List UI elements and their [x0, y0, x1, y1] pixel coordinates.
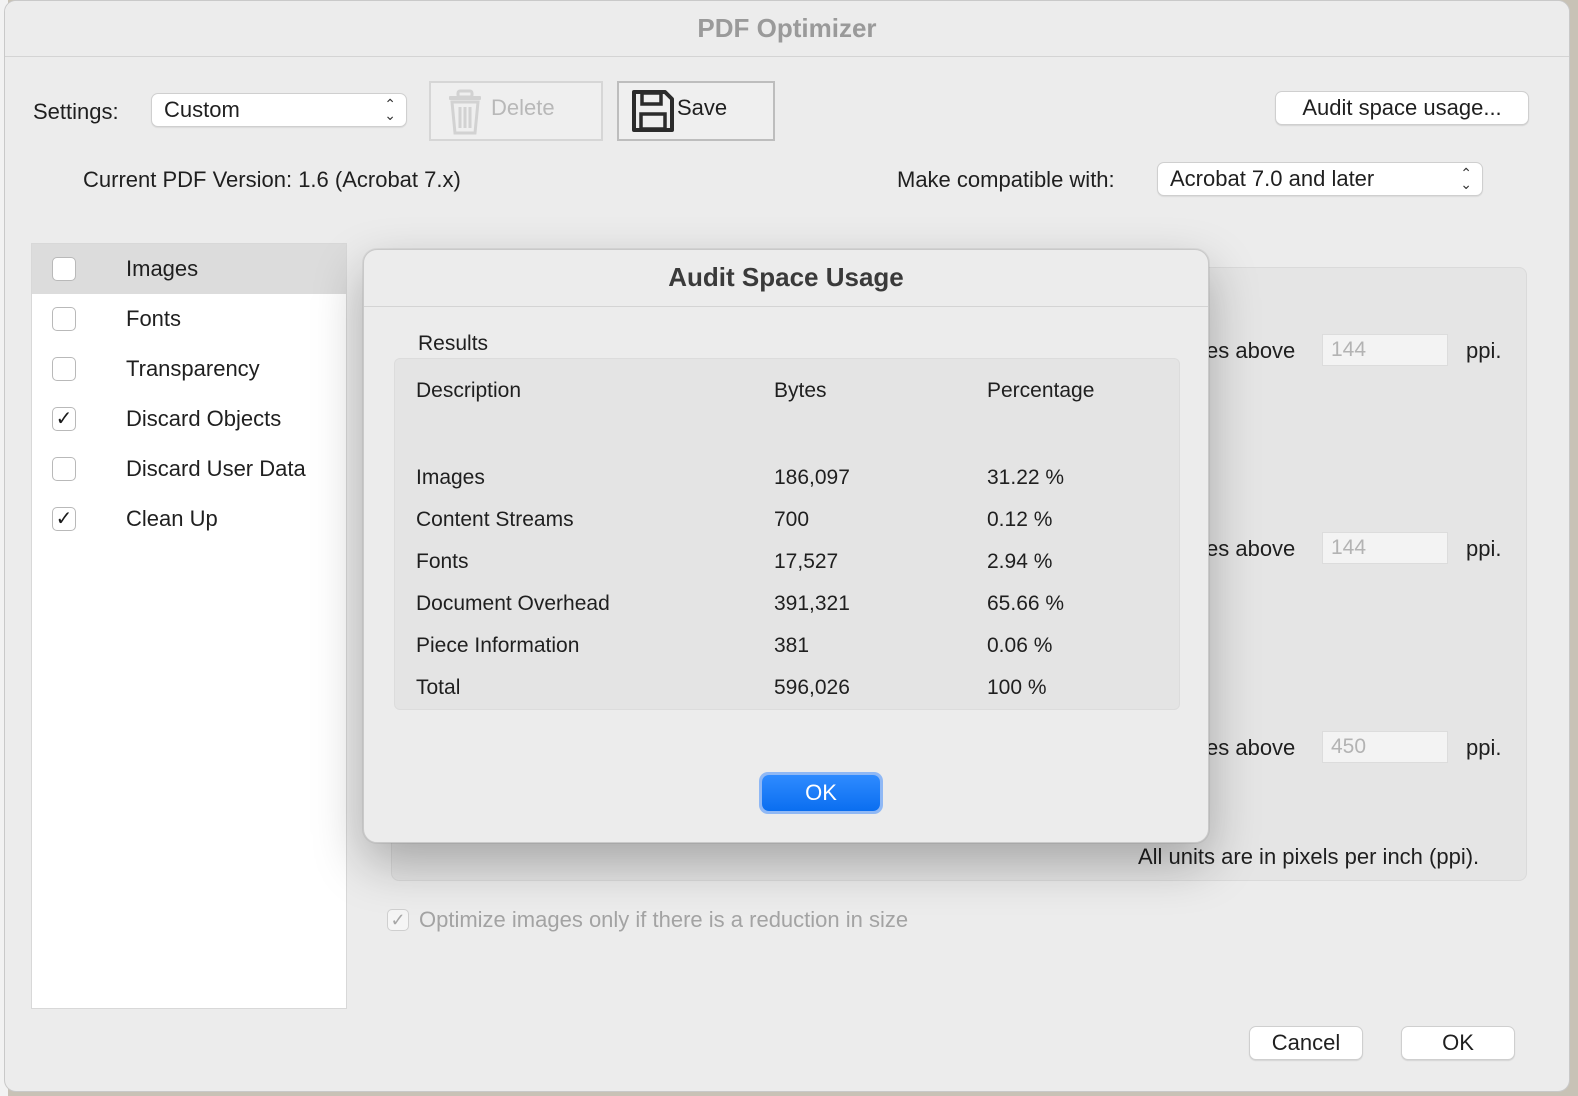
row-percentage: 31.22 %: [987, 466, 1065, 489]
column-header: Bytes: [774, 379, 827, 402]
column-header: Percentage: [987, 379, 1095, 402]
row-bytes: 17,527: [774, 550, 839, 573]
sidebar-checkbox[interactable]: ✓: [52, 507, 76, 531]
delete-button[interactable]: Delete: [429, 81, 603, 141]
ppi-unit-1: ppi.: [1466, 338, 1502, 363]
row-bytes: 391,321: [774, 592, 850, 615]
updown-chevron-icon: ⌃ ⌄: [384, 96, 396, 123]
units-note: All units are in pixels per inch (ppi).: [1138, 844, 1480, 869]
title-bar: PDF Optimizer: [5, 1, 1569, 57]
row-description: Piece Information: [416, 634, 580, 657]
ppi-field-2[interactable]: 144: [1322, 532, 1448, 564]
dialog-divider: [364, 306, 1208, 307]
audit-space-usage-dialog: Audit Space Usage Results Description By…: [363, 249, 1209, 843]
sidebar-checkbox[interactable]: [52, 257, 76, 281]
sidebar-item-label: Discard User Data: [126, 456, 306, 481]
results-table: Description Bytes Percentage Images 186,…: [394, 358, 1180, 710]
delete-button-label: Delete: [491, 95, 555, 120]
compatibility-select[interactable]: Acrobat 7.0 and later ⌃ ⌄: [1157, 162, 1483, 196]
ok-button[interactable]: OK: [1401, 1026, 1515, 1060]
row-bytes: 186,097: [774, 466, 850, 489]
row-description: Fonts: [416, 550, 469, 573]
sidebar-item-label: Images: [126, 256, 199, 281]
optimize-only-label: Optimize images only if there is a reduc…: [419, 907, 909, 932]
row-percentage: 65.66 %: [987, 592, 1065, 615]
audit-space-usage-button[interactable]: Audit space usage...: [1275, 91, 1529, 125]
save-button-label: Save: [677, 95, 728, 120]
make-compatible-label: Make compatible with:: [897, 167, 1115, 192]
compatibility-select-value: Acrobat 7.0 and later: [1170, 166, 1375, 191]
dialog-ok-button[interactable]: OK: [759, 772, 883, 814]
trash-icon: [443, 89, 487, 141]
sidebar-item-transparency[interactable]: Transparency: [32, 344, 346, 394]
downsample-label-2: es above: [1206, 536, 1296, 561]
ppi-unit-2: ppi.: [1466, 536, 1502, 561]
sidebar-item-fonts[interactable]: Fonts: [32, 294, 346, 344]
sidebar-item-images[interactable]: Images: [32, 244, 346, 294]
row-description: Document Overhead: [416, 592, 610, 615]
row-description: Images: [416, 466, 485, 489]
window-title: PDF Optimizer: [697, 13, 877, 43]
results-label: Results: [418, 332, 489, 355]
sidebar-item-label: Fonts: [126, 306, 182, 331]
sidebar-checkbox[interactable]: [52, 357, 76, 381]
column-header: Description: [416, 379, 522, 402]
updown-chevron-icon: ⌃ ⌄: [1460, 165, 1472, 192]
row-bytes: 700: [774, 508, 810, 531]
sidebar-item-clean-up[interactable]: ✓ Clean Up: [32, 494, 346, 544]
floppy-disk-icon: [631, 89, 675, 139]
sidebar-checkbox[interactable]: [52, 307, 76, 331]
sidebar-item-label: Clean Up: [126, 506, 218, 531]
dialog-ok-label: OK: [762, 775, 880, 811]
row-bytes: 381: [774, 634, 810, 657]
ppi-field-1[interactable]: 144: [1322, 334, 1448, 366]
ppi-field-3[interactable]: 450: [1322, 731, 1448, 763]
row-percentage: 0.06 %: [987, 634, 1053, 657]
dialog-title: Audit Space Usage: [668, 262, 904, 292]
settings-label: Settings:: [33, 99, 119, 124]
sidebar-item-discard-user-data[interactable]: Discard User Data: [32, 444, 346, 494]
settings-select-value: Custom: [164, 97, 240, 122]
category-sidebar: Images Fonts Transparency ✓ Discard Obje…: [31, 243, 347, 1009]
row-bytes: 596,026: [774, 676, 850, 699]
sidebar-item-label: Transparency: [126, 356, 260, 381]
sidebar-checkbox[interactable]: [52, 457, 76, 481]
sidebar-item-label: Discard Objects: [126, 406, 282, 431]
row-percentage: 0.12 %: [987, 508, 1053, 531]
settings-select[interactable]: Custom ⌃ ⌄: [151, 93, 407, 127]
sidebar-item-discard-objects[interactable]: ✓ Discard Objects: [32, 394, 346, 444]
row-percentage: 100 %: [987, 676, 1047, 699]
optimize-only-checkbox[interactable]: ✓: [387, 909, 409, 931]
cancel-button[interactable]: Cancel: [1249, 1026, 1363, 1060]
ppi-unit-3: ppi.: [1466, 735, 1502, 760]
current-pdf-version: Current PDF Version: 1.6 (Acrobat 7.x): [83, 167, 461, 192]
downsample-label-3: es above: [1206, 735, 1296, 760]
row-description: Total: [416, 676, 461, 699]
pdf-optimizer-window: PDF Optimizer Settings: Custom ⌃ ⌄ Delete: [4, 0, 1570, 1092]
sidebar-checkbox[interactable]: ✓: [52, 407, 76, 431]
save-button[interactable]: Save: [617, 81, 775, 141]
row-percentage: 2.94 %: [987, 550, 1053, 573]
downsample-label-1: es above: [1206, 338, 1296, 363]
row-description: Content Streams: [416, 508, 574, 531]
